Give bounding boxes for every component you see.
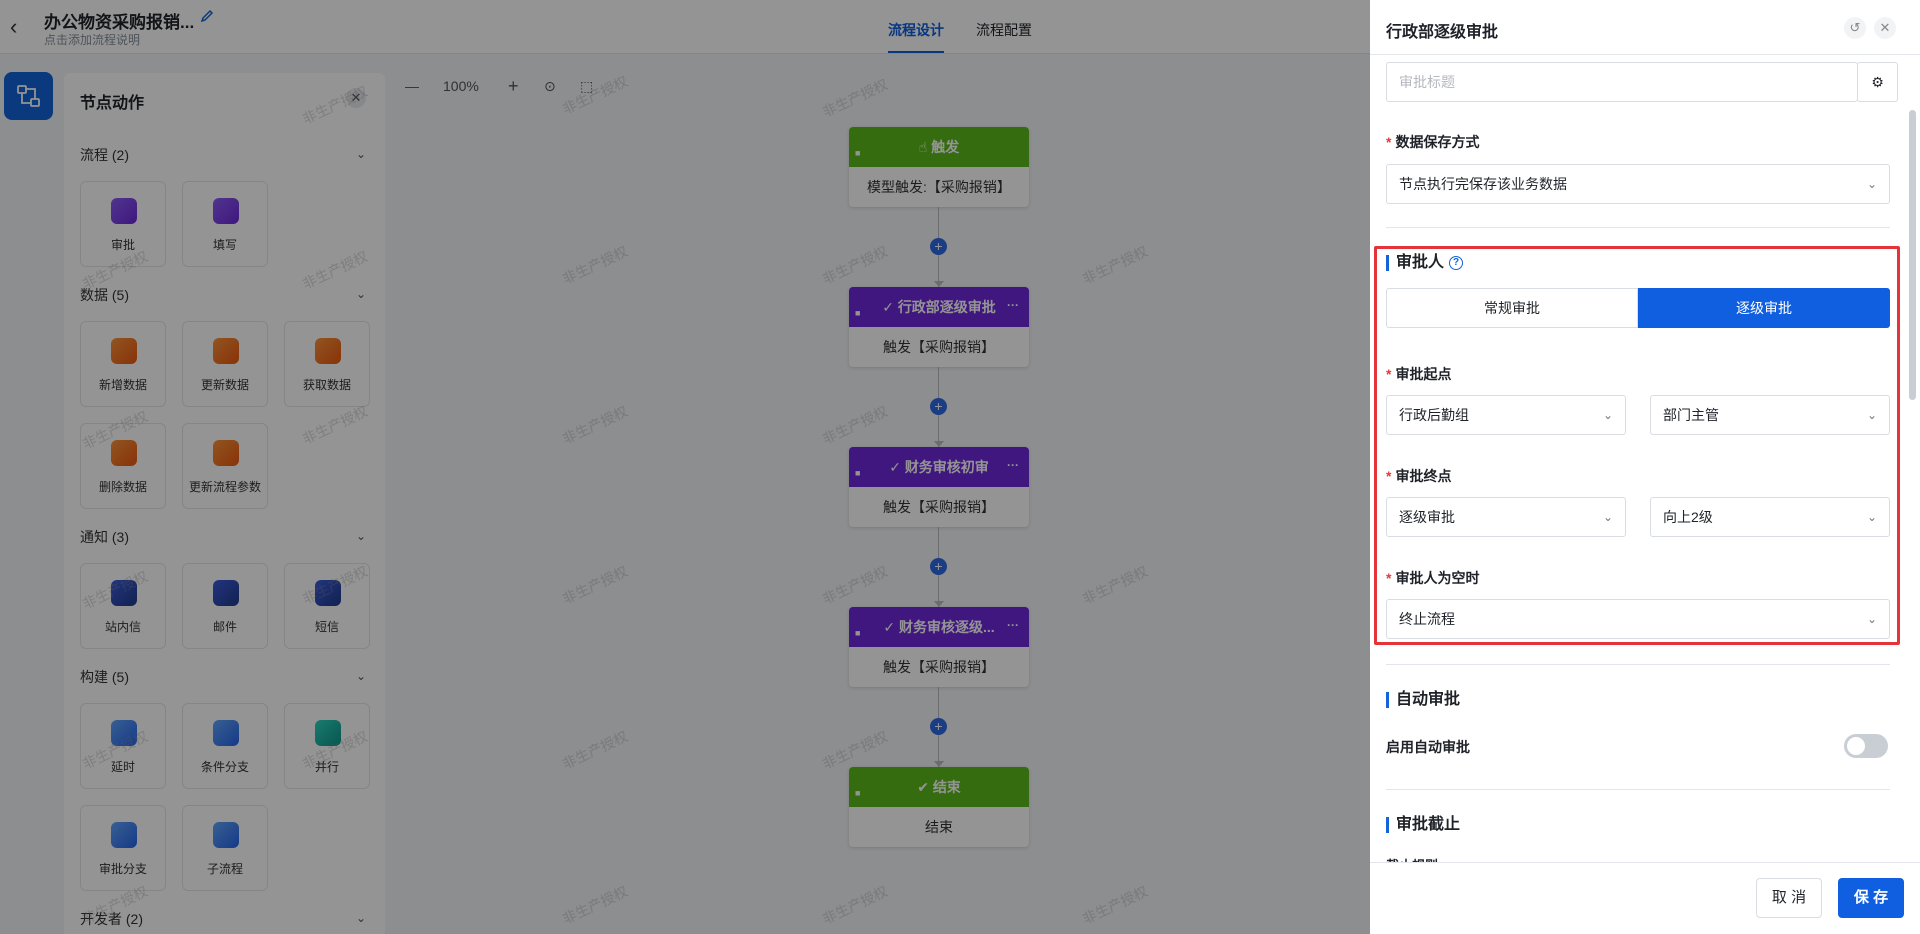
cancel-button[interactable]: 取 消	[1756, 878, 1822, 918]
divider	[1370, 54, 1920, 55]
save-mode-label-text: 数据保存方式	[1395, 134, 1480, 150]
save-mode-select[interactable]: 节点执行完保存该业务数据 ⌄	[1386, 164, 1890, 204]
approval-title-placeholder: 审批标题	[1399, 74, 1455, 90]
reset-icon[interactable]: ↺	[1844, 17, 1866, 39]
save-button[interactable]: 保 存	[1838, 878, 1904, 918]
save-mode-label: * 数据保存方式	[1386, 134, 1480, 150]
auto-approval-enable-label: 启用自动审批	[1386, 739, 1470, 755]
gear-icon[interactable]: ⚙	[1857, 62, 1898, 102]
modal-overlay-top[interactable]	[0, 0, 1370, 54]
divider	[1386, 789, 1890, 790]
deadline-section-title: 审批截止	[1386, 817, 1460, 833]
toggle-knob	[1847, 737, 1865, 755]
divider	[1386, 227, 1890, 228]
highlight-box	[1374, 246, 1900, 645]
deadline-rule-label: 截止规则	[1386, 855, 1438, 862]
divider	[1386, 664, 1890, 665]
drawer-scrollbar[interactable]	[1909, 110, 1916, 400]
save-mode-value: 节点执行完保存该业务数据	[1399, 176, 1567, 192]
drawer-title: 行政部逐级审批	[1386, 24, 1499, 41]
modal-overlay[interactable]	[0, 54, 1370, 934]
approval-title-input[interactable]: 审批标题	[1386, 62, 1858, 102]
auto-approval-toggle[interactable]	[1844, 734, 1888, 758]
close-icon[interactable]: ✕	[1874, 17, 1896, 39]
auto-approval-section-title: 自动审批	[1386, 692, 1460, 708]
chevron-down-icon: ⌄	[1866, 177, 1877, 191]
